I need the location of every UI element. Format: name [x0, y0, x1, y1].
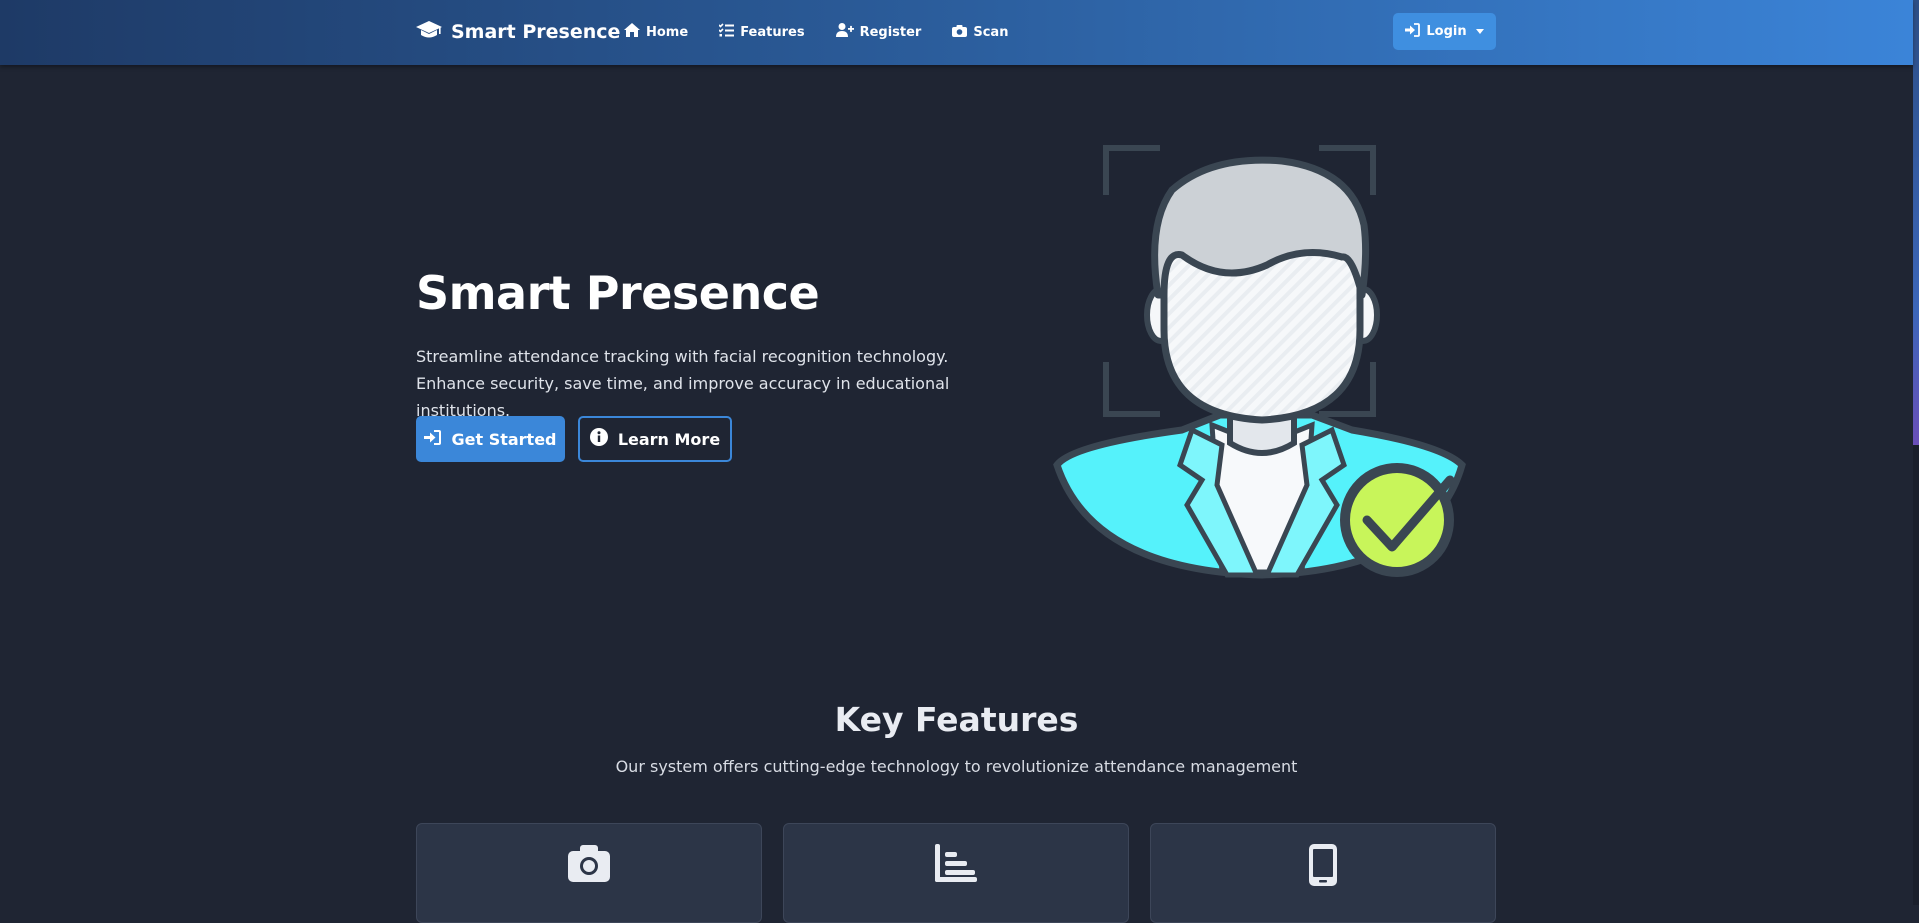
nav-link-label: Features	[740, 24, 805, 40]
nav-link-home[interactable]: Home	[624, 23, 688, 41]
nav-link-label: Register	[859, 24, 922, 40]
graduation-cap-icon	[416, 20, 442, 45]
learn-more-label: Learn More	[617, 429, 721, 449]
face-recognition-illustration	[1052, 145, 1472, 589]
learn-more-button[interactable]: Learn More	[578, 416, 732, 462]
nav-link-label: Home	[646, 24, 689, 40]
camera-icon	[568, 844, 610, 886]
feature-card-recognition	[416, 823, 762, 923]
page-scrollbar[interactable]	[1913, 0, 1919, 905]
login-label: Login	[1426, 24, 1467, 39]
features-title: Key Features	[834, 700, 1079, 739]
login-dropdown-button[interactable]: Login	[1393, 13, 1496, 50]
nav-link-scan[interactable]: Scan	[952, 24, 1008, 41]
feature-card-analytics	[783, 823, 1129, 923]
mobile-phone-icon	[1309, 844, 1337, 890]
nav-link-features[interactable]: Features	[718, 23, 805, 41]
brand-name: Smart Presence	[451, 21, 621, 43]
bar-chart-icon	[935, 844, 977, 886]
nav-link-register[interactable]: Register	[835, 23, 922, 41]
top-navbar: Smart Presence Home Features Register Sc…	[0, 0, 1913, 65]
nav-links: Home Features Register Scan	[624, 20, 1008, 44]
chevron-down-icon	[1475, 29, 1484, 34]
info-circle-icon	[589, 428, 608, 450]
user-plus-icon	[835, 23, 854, 41]
features-subtitle: Our system offers cutting-edge technolog…	[615, 757, 1298, 776]
list-check-icon	[718, 23, 735, 41]
camera-icon	[952, 24, 968, 41]
sign-in-icon	[1405, 22, 1421, 41]
brand-link[interactable]: Smart Presence	[416, 18, 620, 46]
scrollbar-thumb[interactable]	[1913, 0, 1919, 445]
get-started-button[interactable]: Get Started	[416, 416, 565, 462]
feature-card-mobile	[1150, 823, 1496, 923]
sign-in-icon	[424, 429, 442, 449]
hero-description: Streamline attendance tracking with faci…	[416, 347, 950, 420]
home-icon	[624, 23, 640, 41]
hero-title: Smart Presence	[416, 266, 820, 320]
nav-link-label: Scan	[973, 24, 1009, 40]
get-started-label: Get Started	[451, 429, 557, 449]
